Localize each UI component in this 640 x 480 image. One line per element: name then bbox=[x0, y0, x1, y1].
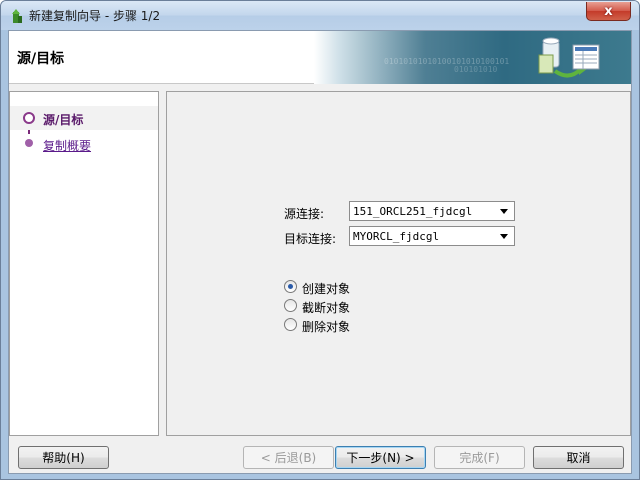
chevron-down-icon bbox=[500, 209, 508, 214]
option-create-objects[interactable]: 创建对象 bbox=[284, 278, 424, 296]
radio-label: 删除对象 bbox=[302, 320, 351, 334]
step-label: 源/目标 bbox=[43, 113, 84, 127]
chevron-down-icon bbox=[500, 234, 508, 239]
wizard-content-panel: 源连接: 151_ORCL251_fjdcgl 目标连接: MYORCL_fjd… bbox=[166, 91, 631, 436]
target-connection-label: 目标连接: bbox=[284, 232, 337, 246]
app-icon bbox=[12, 9, 22, 23]
radio-label: 截断对象 bbox=[302, 301, 351, 315]
banner-binary-text-2: 010101010 bbox=[454, 65, 498, 74]
option-truncate-objects[interactable]: 截断对象 bbox=[284, 297, 424, 315]
help-button[interactable]: 帮助(H) bbox=[18, 446, 109, 469]
step-replication-summary[interactable]: 复制概要 bbox=[10, 132, 158, 156]
page-title: 源/目标 bbox=[17, 51, 65, 67]
source-connection-label: 源连接: bbox=[284, 207, 325, 221]
step-bullet-icon bbox=[23, 112, 35, 124]
database-transfer-icon bbox=[538, 37, 600, 78]
radio-button[interactable] bbox=[284, 299, 297, 312]
target-connection-value: MYORCL_fjdcgl bbox=[353, 230, 440, 243]
close-icon: x bbox=[604, 3, 613, 19]
option-delete-objects[interactable]: 删除对象 bbox=[284, 316, 424, 334]
radio-button[interactable] bbox=[284, 280, 297, 293]
header-banner: 01010101010100101010100101 010101010 bbox=[314, 31, 631, 84]
radio-label: 创建对象 bbox=[302, 282, 351, 296]
source-connection-select[interactable]: 151_ORCL251_fjdcgl bbox=[349, 201, 515, 221]
finish-button[interactable]: 完成(F) bbox=[434, 446, 525, 469]
step-source-target[interactable]: 源/目标 bbox=[10, 106, 158, 130]
window-title: 新建复制向导 - 步骤 1/2 bbox=[29, 9, 161, 23]
step-label: 复制概要 bbox=[43, 139, 92, 153]
source-connection-value: 151_ORCL251_fjdcgl bbox=[353, 205, 473, 218]
title-bar[interactable]: 新建复制向导 - 步骤 1/2 x bbox=[1, 1, 639, 30]
wizard-steps-panel: 源/目标 复制概要 bbox=[9, 91, 159, 436]
target-connection-select[interactable]: MYORCL_fjdcgl bbox=[349, 226, 515, 246]
wizard-window: 新建复制向导 - 步骤 1/2 x 源/目标 01010101010100101… bbox=[0, 0, 640, 480]
next-button[interactable]: 下一步(N) > bbox=[335, 446, 426, 469]
cancel-button[interactable]: 取消 bbox=[533, 446, 624, 469]
wizard-header: 源/目标 01010101010100101010100101 01010101… bbox=[9, 31, 631, 84]
radio-button[interactable] bbox=[284, 318, 297, 331]
step-bullet-icon bbox=[25, 139, 33, 147]
close-button[interactable]: x bbox=[586, 2, 631, 21]
wizard-client: 源/目标 01010101010100101010100101 01010101… bbox=[8, 30, 632, 474]
back-button[interactable]: < 后退(B) bbox=[243, 446, 334, 469]
